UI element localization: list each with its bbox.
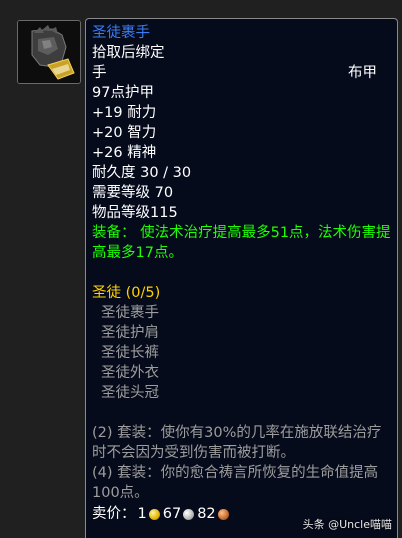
slot-row: 手 布甲 — [92, 63, 391, 83]
stat-spirit: +26 精神 — [92, 145, 157, 161]
armor-type: 布甲 — [348, 65, 377, 81]
stat-stamina: +19 耐力 — [92, 105, 157, 121]
item-icon-frame[interactable] — [17, 20, 81, 84]
copper-amount: 82 — [197, 506, 216, 522]
armor-value: 97点护甲 — [92, 85, 154, 101]
watermark: 头条 @Uncle喵喵 — [302, 518, 392, 531]
set-piece: 圣徒头冠 — [101, 385, 159, 401]
silver-coin-icon — [183, 508, 195, 520]
stat-intellect: +20 智力 — [92, 125, 157, 141]
set-piece: 圣徒裹手 — [101, 305, 159, 321]
gauntlet-glove-icon — [18, 21, 80, 83]
set-piece: 圣徒长裤 — [101, 345, 159, 361]
set-piece: 圣徒护肩 — [101, 325, 159, 341]
set-bonus-4: (4) 套装：你的愈合祷言所恢复的生命值提高100点。 — [92, 465, 379, 501]
screenshot-page: 圣徒裹手 拾取后绑定 手 布甲 97点护甲 +19 耐力 +20 智力 +26 … — [0, 0, 402, 538]
item-name: 圣徒裹手 — [92, 25, 150, 41]
set-title: 圣徒 (0/5) — [92, 285, 161, 301]
item-tooltip: 圣徒裹手 拾取后绑定 手 布甲 97点护甲 +19 耐力 +20 智力 +26 … — [85, 18, 398, 538]
item-level: 物品等级115 — [92, 205, 178, 221]
item-slot: 手 — [92, 65, 107, 81]
gold-coin-icon — [148, 508, 160, 520]
set-bonus-2: (2) 套装：使你有30%的几率在施放联结治疗时不会因为受到伤害而被打断。 — [92, 425, 382, 461]
gold-amount: 1 — [137, 506, 147, 522]
copper-coin-icon — [217, 508, 229, 520]
equip-effect: 装备： 使法术治疗提高最多51点，法术伤害提高最多17点。 — [92, 225, 391, 261]
silver-amount: 67 — [162, 506, 182, 522]
set-piece: 圣徒外衣 — [101, 365, 159, 381]
durability: 耐久度 30 / 30 — [92, 165, 192, 181]
bind-type: 拾取后绑定 — [92, 45, 165, 61]
required-level: 需要等级 70 — [92, 185, 174, 201]
sell-price-label: 卖价： — [92, 506, 136, 522]
